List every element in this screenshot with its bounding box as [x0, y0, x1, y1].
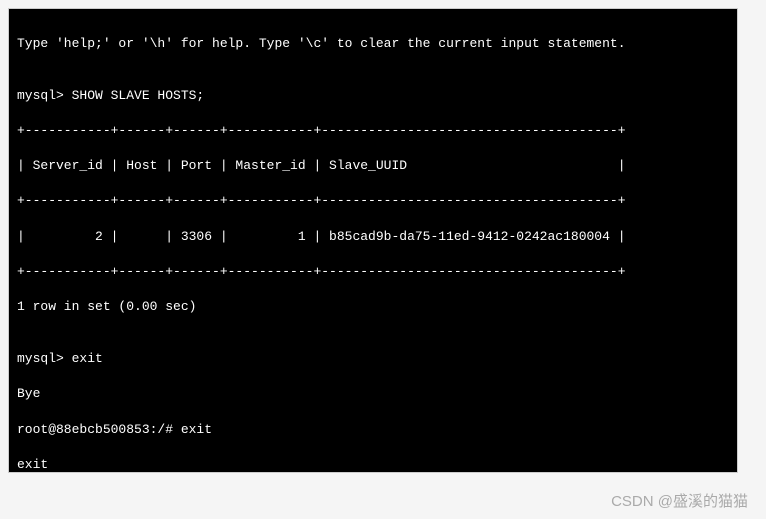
terminal-line: root@88ebcb500853:/# exit [17, 421, 729, 439]
terminal-line: | 2 | | 3306 | 1 | b85cad9b-da75-11ed-94… [17, 228, 729, 246]
terminal-line: | Server_id | Host | Port | Master_id | … [17, 157, 729, 175]
watermark-text: CSDN @盛溪的猫猫 [611, 490, 748, 511]
terminal-line: exit [17, 456, 729, 473]
terminal-line: +-----------+------+------+-----------+-… [17, 192, 729, 210]
terminal-line: 1 row in set (0.00 sec) [17, 298, 729, 316]
terminal-line: +-----------+------+------+-----------+-… [17, 263, 729, 281]
terminal-line: +-----------+------+------+-----------+-… [17, 122, 729, 140]
terminal-window[interactable]: Type 'help;' or '\h' for help. Type '\c'… [8, 8, 738, 473]
terminal-line: mysql> exit [17, 350, 729, 368]
terminal-line: Type 'help;' or '\h' for help. Type '\c'… [17, 35, 729, 53]
terminal-line: mysql> SHOW SLAVE HOSTS; [17, 87, 729, 105]
terminal-line: Bye [17, 385, 729, 403]
